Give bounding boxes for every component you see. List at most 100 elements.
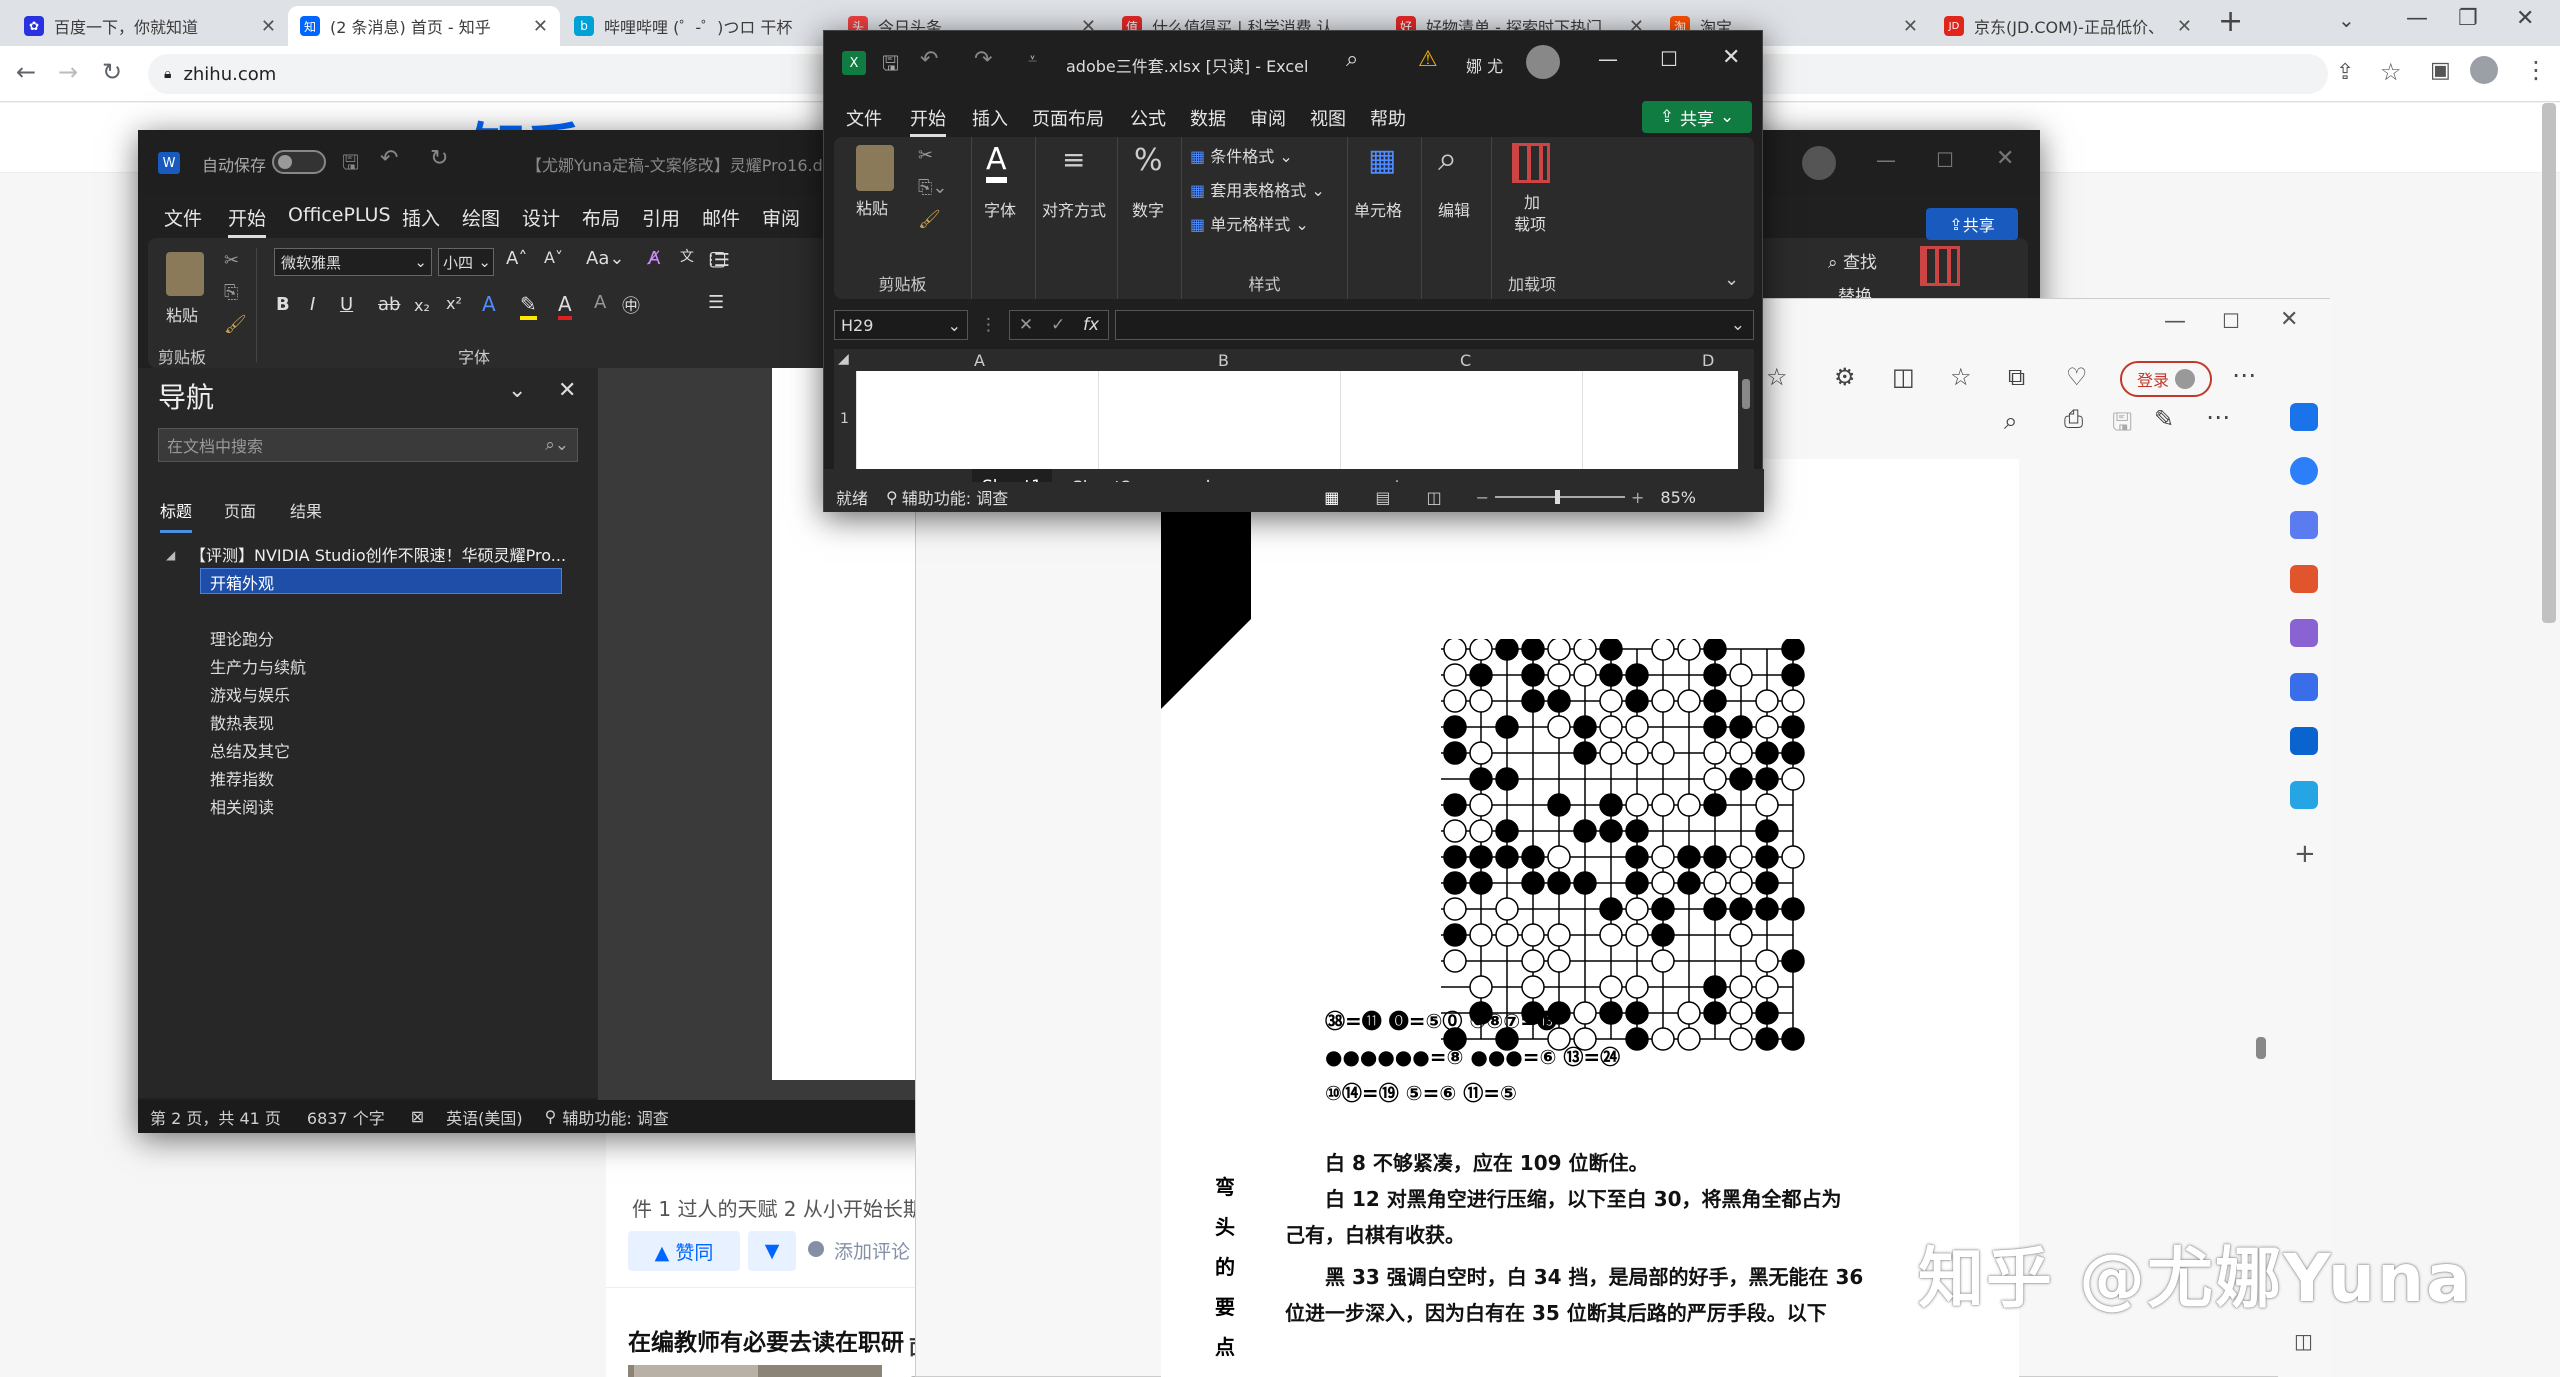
downvote-button[interactable]: ▼: [748, 1231, 796, 1271]
xtab-formulas[interactable]: 公式: [1130, 105, 1166, 131]
clear-format-icon[interactable]: A̸: [648, 248, 660, 269]
text-effects-icon[interactable]: A: [482, 292, 496, 316]
font-name-select[interactable]: 微软雅黑 ⌄: [274, 248, 432, 276]
row-header[interactable]: 1: [840, 411, 849, 427]
reload-icon[interactable]: ↻: [102, 58, 122, 86]
copy-icon[interactable]: ⎘: [224, 282, 238, 303]
paste-icon[interactable]: [166, 252, 204, 296]
nav-tab-pages[interactable]: 页面: [224, 498, 256, 522]
answer-snippet[interactable]: 件 1 过人的天赋 2 从小开始长期: [632, 1193, 923, 1222]
edge-minimize-icon[interactable]: —: [2164, 309, 2186, 334]
word-share-button[interactable]: ⇪ 共享: [1926, 208, 2018, 240]
page-scrollbar[interactable]: [2542, 103, 2556, 623]
percent-icon[interactable]: %: [1134, 143, 1163, 178]
tab-file[interactable]: 文件: [164, 204, 202, 231]
word-user-avatar[interactable]: [1802, 146, 1836, 180]
grow-font-icon[interactable]: A˄: [506, 248, 527, 269]
find-button[interactable]: ⌕ 查找: [1828, 248, 1877, 273]
excel-share-button[interactable]: ⇪ 共享 ⌄: [1642, 101, 1752, 133]
excel-undo-icon[interactable]: ↶: [920, 47, 938, 72]
excel-paste-icon[interactable]: [856, 145, 894, 191]
outlook-icon[interactable]: [2290, 727, 2318, 755]
customize-qat-icon[interactable]: ⩡: [1028, 49, 1037, 69]
cells-label[interactable]: 单元格: [1354, 197, 1402, 221]
close-tab-icon[interactable]: ✕: [261, 16, 276, 37]
bold-icon[interactable]: B: [276, 294, 290, 315]
pdf-search-icon[interactable]: ⌕: [2004, 407, 2017, 435]
pdf-scrollbar-thumb[interactable]: [2256, 1037, 2266, 1059]
excel-search-icon[interactable]: ⌕: [1346, 47, 1358, 72]
fx-button[interactable]: fx: [1083, 315, 1099, 335]
telegram-icon[interactable]: [2290, 781, 2318, 809]
xtab-view[interactable]: 视图: [1310, 105, 1346, 131]
sidebar-search-icon[interactable]: [2290, 457, 2318, 485]
print-icon[interactable]: ⎙: [2064, 405, 2083, 433]
char-shading-icon[interactable]: A: [594, 292, 606, 313]
excel-paste-label[interactable]: 粘贴: [856, 195, 888, 219]
upvote-button[interactable]: ▲ 赞同: [628, 1231, 740, 1271]
ribbon-collapse-icon[interactable]: ⌄: [1724, 269, 1739, 290]
word-minimize-icon[interactable]: —: [1876, 148, 1896, 172]
font-color-icon[interactable]: A: [558, 292, 572, 320]
nav-heading-item[interactable]: 游戏与娱乐: [210, 682, 290, 706]
edge-maximize-icon[interactable]: ☐: [2222, 309, 2240, 333]
tab-layout[interactable]: 布局: [582, 204, 620, 231]
tools-icon[interactable]: [2290, 565, 2318, 593]
xtab-help[interactable]: 帮助: [1370, 105, 1406, 131]
status-page[interactable]: 第 2 页，共 41 页: [150, 1105, 281, 1129]
minimize-icon[interactable]: —: [2406, 6, 2428, 31]
cells-area[interactable]: [856, 371, 1738, 469]
nav-close-icon[interactable]: ✕: [558, 378, 576, 403]
extensions-icon[interactable]: ⚙: [1834, 363, 1856, 391]
tab-bilibili[interactable]: b 哔哩哔哩 (゜-゜)つロ 干杯: [562, 6, 834, 46]
excel-status-accessibility[interactable]: 辅助功能: 调查: [902, 485, 1008, 509]
page-layout-view-icon[interactable]: ▤: [1375, 488, 1390, 507]
tab-zhihu[interactable]: 知 (2 条消息) 首页 - 知乎 ✕: [288, 6, 560, 46]
tab-design[interactable]: 设计: [522, 204, 560, 231]
feed-headline[interactable]: 在编教师有必要去读在职研: [628, 1323, 904, 1357]
back-icon[interactable]: ←: [16, 58, 36, 86]
column-header[interactable]: C: [1460, 351, 1471, 370]
office-icon[interactable]: [2290, 673, 2318, 701]
superscript-icon[interactable]: x²: [446, 294, 462, 313]
pdf-annotate-icon[interactable]: ✎: [2154, 405, 2174, 433]
underline-icon[interactable]: U: [340, 294, 353, 315]
pdf-page[interactable]: ㊳=⓫ ⓿=⑤⓪ ⑥⑧⑦=⓭ ●●●●●●=⑧ ●●●=⑥ ⑬=㉔ ⑩⑭=⑲ ⑤…: [1161, 459, 2019, 1377]
excel-cut-icon[interactable]: ✂: [918, 145, 933, 166]
excel-minimize-icon[interactable]: —: [1598, 47, 1618, 71]
pdf-more-icon[interactable]: ⋯: [2206, 403, 2230, 431]
zoom-out-icon[interactable]: −: [1476, 488, 1489, 507]
redo-icon[interactable]: ↻: [430, 146, 448, 171]
nav-heading-item[interactable]: 相关阅读: [210, 794, 274, 818]
nav-heading-root[interactable]: 【评测】NVIDIA Studio创作不限速！华硕灵耀Pro...: [190, 542, 566, 566]
add-comment-link[interactable]: 添加评论: [834, 1237, 910, 1264]
table-format-button[interactable]: ▦ 套用表格格式 ⌄: [1190, 177, 1325, 201]
word-close-icon[interactable]: ✕: [1996, 146, 2014, 171]
login-button[interactable]: 登录: [2120, 361, 2212, 397]
excel-user-avatar[interactable]: [1526, 45, 1560, 79]
tab-baidu[interactable]: ✿ 百度一下，你就知道 ✕: [12, 6, 288, 46]
align-label[interactable]: 对齐方式: [1042, 197, 1106, 221]
nav-tab-headings[interactable]: 标题: [160, 498, 193, 533]
word-maximize-icon[interactable]: ☐: [1936, 148, 1954, 172]
addin-label-2[interactable]: 载项: [1514, 211, 1546, 235]
close-tab-icon[interactable]: ✕: [533, 16, 548, 37]
nav-heading-item[interactable]: 散热表现: [210, 710, 274, 734]
excel-close-icon[interactable]: ✕: [1722, 45, 1740, 70]
close-tab-icon[interactable]: ✕: [2177, 16, 2192, 37]
shopping-icon[interactable]: [2290, 511, 2318, 539]
pdf-save-icon[interactable]: 🖫︎: [2112, 405, 2132, 446]
split-screen-icon[interactable]: ◫: [1892, 363, 1915, 391]
excel-user-name[interactable]: 娜 尤: [1466, 53, 1503, 77]
new-tab-button[interactable]: +: [2218, 4, 2243, 39]
nav-tab-results[interactable]: 结果: [290, 498, 322, 522]
name-box[interactable]: H29 ⌄: [834, 310, 968, 340]
xtab-file[interactable]: 文件: [846, 105, 882, 131]
edit-search-icon[interactable]: ⌕: [1438, 139, 1457, 179]
nav-heading-item[interactable]: 开箱外观: [210, 570, 274, 594]
nav-heading-item[interactable]: 理论跑分: [210, 626, 274, 650]
xtab-review[interactable]: 审阅: [1250, 105, 1286, 131]
strikethrough-icon[interactable]: ab: [378, 294, 400, 315]
addin-label-1[interactable]: 加: [1524, 189, 1540, 213]
tab-references[interactable]: 引用: [642, 204, 680, 231]
